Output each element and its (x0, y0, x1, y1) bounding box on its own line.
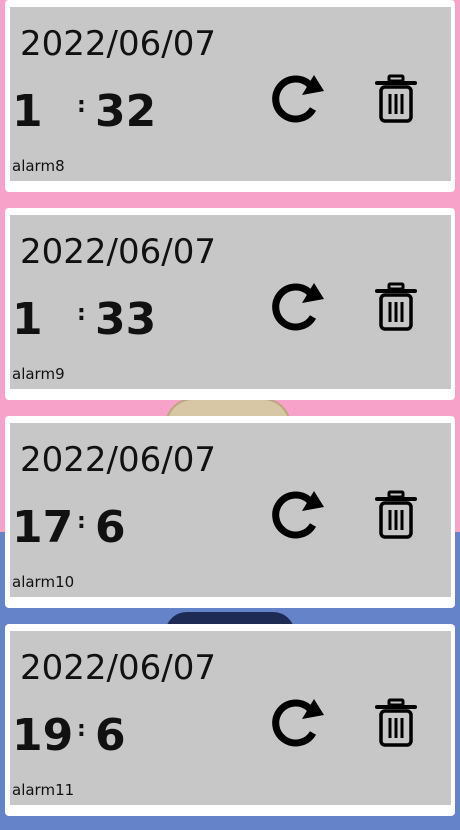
alarm-minute: 32 (95, 86, 157, 137)
alarm-hour: 1 (12, 294, 43, 345)
delete-button[interactable] (366, 485, 426, 545)
alarm-card[interactable]: 2022/06/07 17 : 6 alarm10 (5, 416, 455, 608)
alarm-date: 2022/06/07 (20, 232, 216, 272)
alarm-date: 2022/06/07 (20, 440, 216, 480)
refresh-button[interactable] (266, 485, 326, 545)
alarm-card-body: 2022/06/07 19 : 6 alarm11 (10, 631, 451, 805)
alarm-minute: 33 (95, 294, 157, 345)
trash-icon (375, 698, 417, 747)
alarm-card[interactable]: 2022/06/07 1 : 32 alarm8 (5, 0, 455, 192)
alarm-date: 2022/06/07 (20, 648, 216, 688)
time-separator: : (77, 509, 86, 534)
alarm-card[interactable]: 2022/06/07 1 : 33 alarm9 (5, 208, 455, 400)
alarm-label: alarm8 (12, 157, 65, 175)
refresh-button[interactable] (266, 277, 326, 337)
trash-icon (375, 490, 417, 539)
trash-icon (375, 282, 417, 331)
alarm-label: alarm9 (12, 365, 65, 383)
alarm-card-body: 2022/06/07 1 : 32 alarm8 (10, 7, 451, 181)
delete-button[interactable] (366, 693, 426, 753)
alarm-label: alarm10 (12, 573, 75, 591)
refresh-icon (272, 75, 324, 123)
refresh-icon (272, 491, 324, 539)
alarm-card[interactable]: 2022/06/07 19 : 6 alarm11 (5, 624, 455, 816)
alarm-hour: 1 (12, 86, 43, 137)
alarm-card-body: 2022/06/07 17 : 6 alarm10 (10, 423, 451, 597)
alarm-minute: 6 (95, 502, 126, 553)
time-separator: : (77, 717, 86, 742)
alarm-label: alarm11 (12, 781, 75, 799)
time-separator: : (77, 301, 86, 326)
alarm-date: 2022/06/07 (20, 24, 216, 64)
delete-button[interactable] (366, 277, 426, 337)
refresh-button[interactable] (266, 69, 326, 129)
refresh-icon (272, 699, 324, 747)
alarm-minute: 6 (95, 710, 126, 761)
time-separator: : (77, 93, 86, 118)
trash-icon (375, 74, 417, 123)
alarm-card-body: 2022/06/07 1 : 33 alarm9 (10, 215, 451, 389)
alarm-hour: 19 (12, 710, 74, 761)
alarm-hour: 17 (12, 502, 74, 553)
refresh-icon (272, 283, 324, 331)
refresh-button[interactable] (266, 693, 326, 753)
delete-button[interactable] (366, 69, 426, 129)
